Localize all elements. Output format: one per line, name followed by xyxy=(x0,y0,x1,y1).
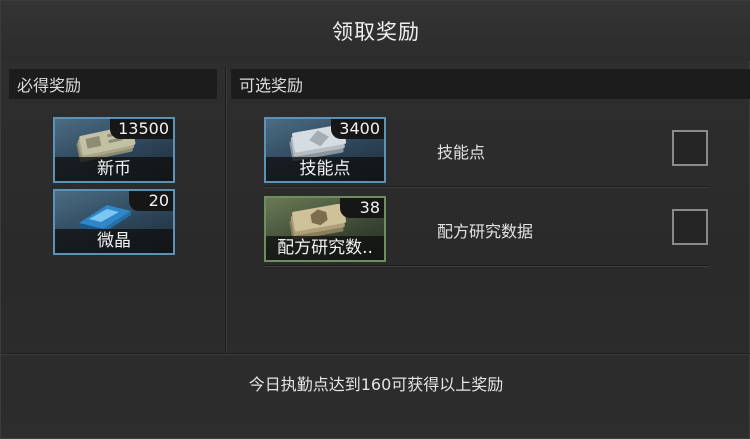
option-label-recipe-data: 配方研究数据 xyxy=(437,222,534,241)
optional-rewards-header: 可选奖励 xyxy=(231,69,750,99)
column-divider xyxy=(225,67,227,353)
item-count: 20 xyxy=(129,191,173,211)
item-count: 38 xyxy=(340,198,384,218)
footer-divider xyxy=(1,353,750,355)
item-name: 技能点 xyxy=(266,157,384,181)
reward-item-new-coin[interactable]: 13500 新币 xyxy=(53,117,175,183)
title-bar: 领取奖励 xyxy=(1,1,750,61)
footer-message: 今日执勤点达到160可获得以上奖励 xyxy=(248,375,504,394)
item-name: 微晶 xyxy=(55,229,173,253)
checkbox-skill-point[interactable] xyxy=(672,130,708,166)
optional-rewards-label: 可选奖励 xyxy=(239,76,304,95)
row-divider xyxy=(263,186,709,188)
reward-dialog: 领取奖励 必得奖励 13500 新币 20 微晶 可选奖励 3400 技能点 技… xyxy=(0,0,750,439)
reward-item-skill-point[interactable]: 3400 技能点 xyxy=(264,117,386,183)
reward-item-recipe-data[interactable]: 38 配方研究数.. xyxy=(264,196,386,262)
guaranteed-rewards-label: 必得奖励 xyxy=(17,76,82,95)
reward-item-microcrystal[interactable]: 20 微晶 xyxy=(53,189,175,255)
item-name: 配方研究数.. xyxy=(266,236,384,260)
item-count: 3400 xyxy=(331,119,384,139)
row-divider xyxy=(263,265,709,267)
dialog-title: 领取奖励 xyxy=(332,20,420,44)
option-label-skill-point: 技能点 xyxy=(437,143,486,162)
guaranteed-rewards-header: 必得奖励 xyxy=(9,69,217,99)
item-name: 新币 xyxy=(55,157,173,181)
checkbox-recipe-data[interactable] xyxy=(672,209,708,245)
item-count: 13500 xyxy=(110,119,173,139)
